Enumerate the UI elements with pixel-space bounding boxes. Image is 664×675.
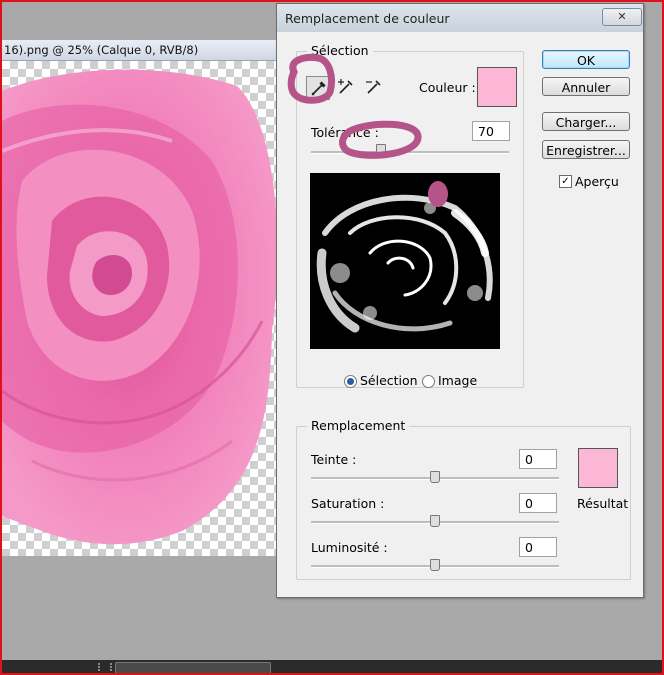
- hue-label: Teinte :: [311, 452, 357, 467]
- close-button[interactable]: ✕: [602, 8, 642, 26]
- mask-preview-image: [316, 194, 493, 333]
- tolerance-slider-thumb[interactable]: [376, 144, 387, 156]
- tolerance-field[interactable]: 70: [472, 121, 510, 141]
- radio-image[interactable]: [422, 375, 435, 388]
- tolerance-slider[interactable]: [311, 151, 509, 154]
- eyedropper-plus-tool[interactable]: [334, 76, 356, 98]
- preview-checkbox[interactable]: ✓: [559, 175, 572, 188]
- dialog-titlebar[interactable]: Remplacement de couleur ✕: [277, 4, 643, 32]
- taskbar-button[interactable]: [115, 662, 271, 675]
- document-canvas[interactable]: [2, 61, 278, 556]
- eyedropper-icon: [311, 81, 326, 96]
- cancel-button[interactable]: Annuler: [542, 77, 630, 96]
- eyedropper-plus-icon: [338, 79, 353, 94]
- result-label: Résultat: [577, 496, 629, 511]
- luminosity-slider-thumb[interactable]: [430, 559, 440, 571]
- document-title: 16).png @ 25% (Calque 0, RVB/8): [4, 43, 199, 57]
- selection-color-swatch[interactable]: [477, 67, 517, 107]
- replace-color-dialog: Remplacement de couleur ✕ Sélection Coul…: [276, 3, 644, 598]
- luminosity-field[interactable]: 0: [519, 537, 557, 557]
- saturation-slider-thumb[interactable]: [430, 515, 440, 527]
- selection-legend: Sélection: [307, 43, 373, 58]
- document-tab[interactable]: 16).png @ 25% (Calque 0, RVB/8): [2, 40, 278, 61]
- eyedropper-minus-icon: [366, 80, 381, 94]
- tolerance-label: Tolérance :: [311, 125, 379, 140]
- radio-image-label[interactable]: Image: [438, 373, 477, 388]
- eyedropper-minus-tool[interactable]: [362, 76, 384, 98]
- taskbar: [2, 660, 662, 675]
- replacement-group: Remplacement Teinte : 0 Saturation : 0 L…: [296, 418, 631, 580]
- color-label: Couleur :: [419, 80, 476, 95]
- hue-slider-thumb[interactable]: [430, 471, 440, 483]
- replacement-legend: Remplacement: [307, 418, 410, 433]
- saturation-field[interactable]: 0: [519, 493, 557, 513]
- selection-group: Sélection Couleur : Tolérance : 70 Sélec…: [296, 43, 524, 388]
- dialog-title: Remplacement de couleur: [285, 11, 450, 26]
- luminosity-label: Luminosité :: [311, 540, 388, 555]
- load-button[interactable]: Charger...: [542, 112, 630, 131]
- preview-label[interactable]: Aperçu: [575, 174, 619, 189]
- radio-selection-label[interactable]: Sélection: [360, 373, 418, 388]
- hue-field[interactable]: 0: [519, 449, 557, 469]
- save-button[interactable]: Enregistrer...: [542, 140, 630, 159]
- radio-selection[interactable]: [344, 375, 357, 388]
- selection-preview[interactable]: [310, 173, 500, 349]
- document-background: [2, 556, 278, 656]
- saturation-label: Saturation :: [311, 496, 385, 511]
- eyedropper-tool[interactable]: [306, 76, 330, 100]
- result-color-swatch[interactable]: [578, 448, 618, 488]
- ok-button[interactable]: OK: [542, 50, 630, 69]
- grip-icon: [98, 663, 112, 671]
- rose-image: [2, 69, 278, 545]
